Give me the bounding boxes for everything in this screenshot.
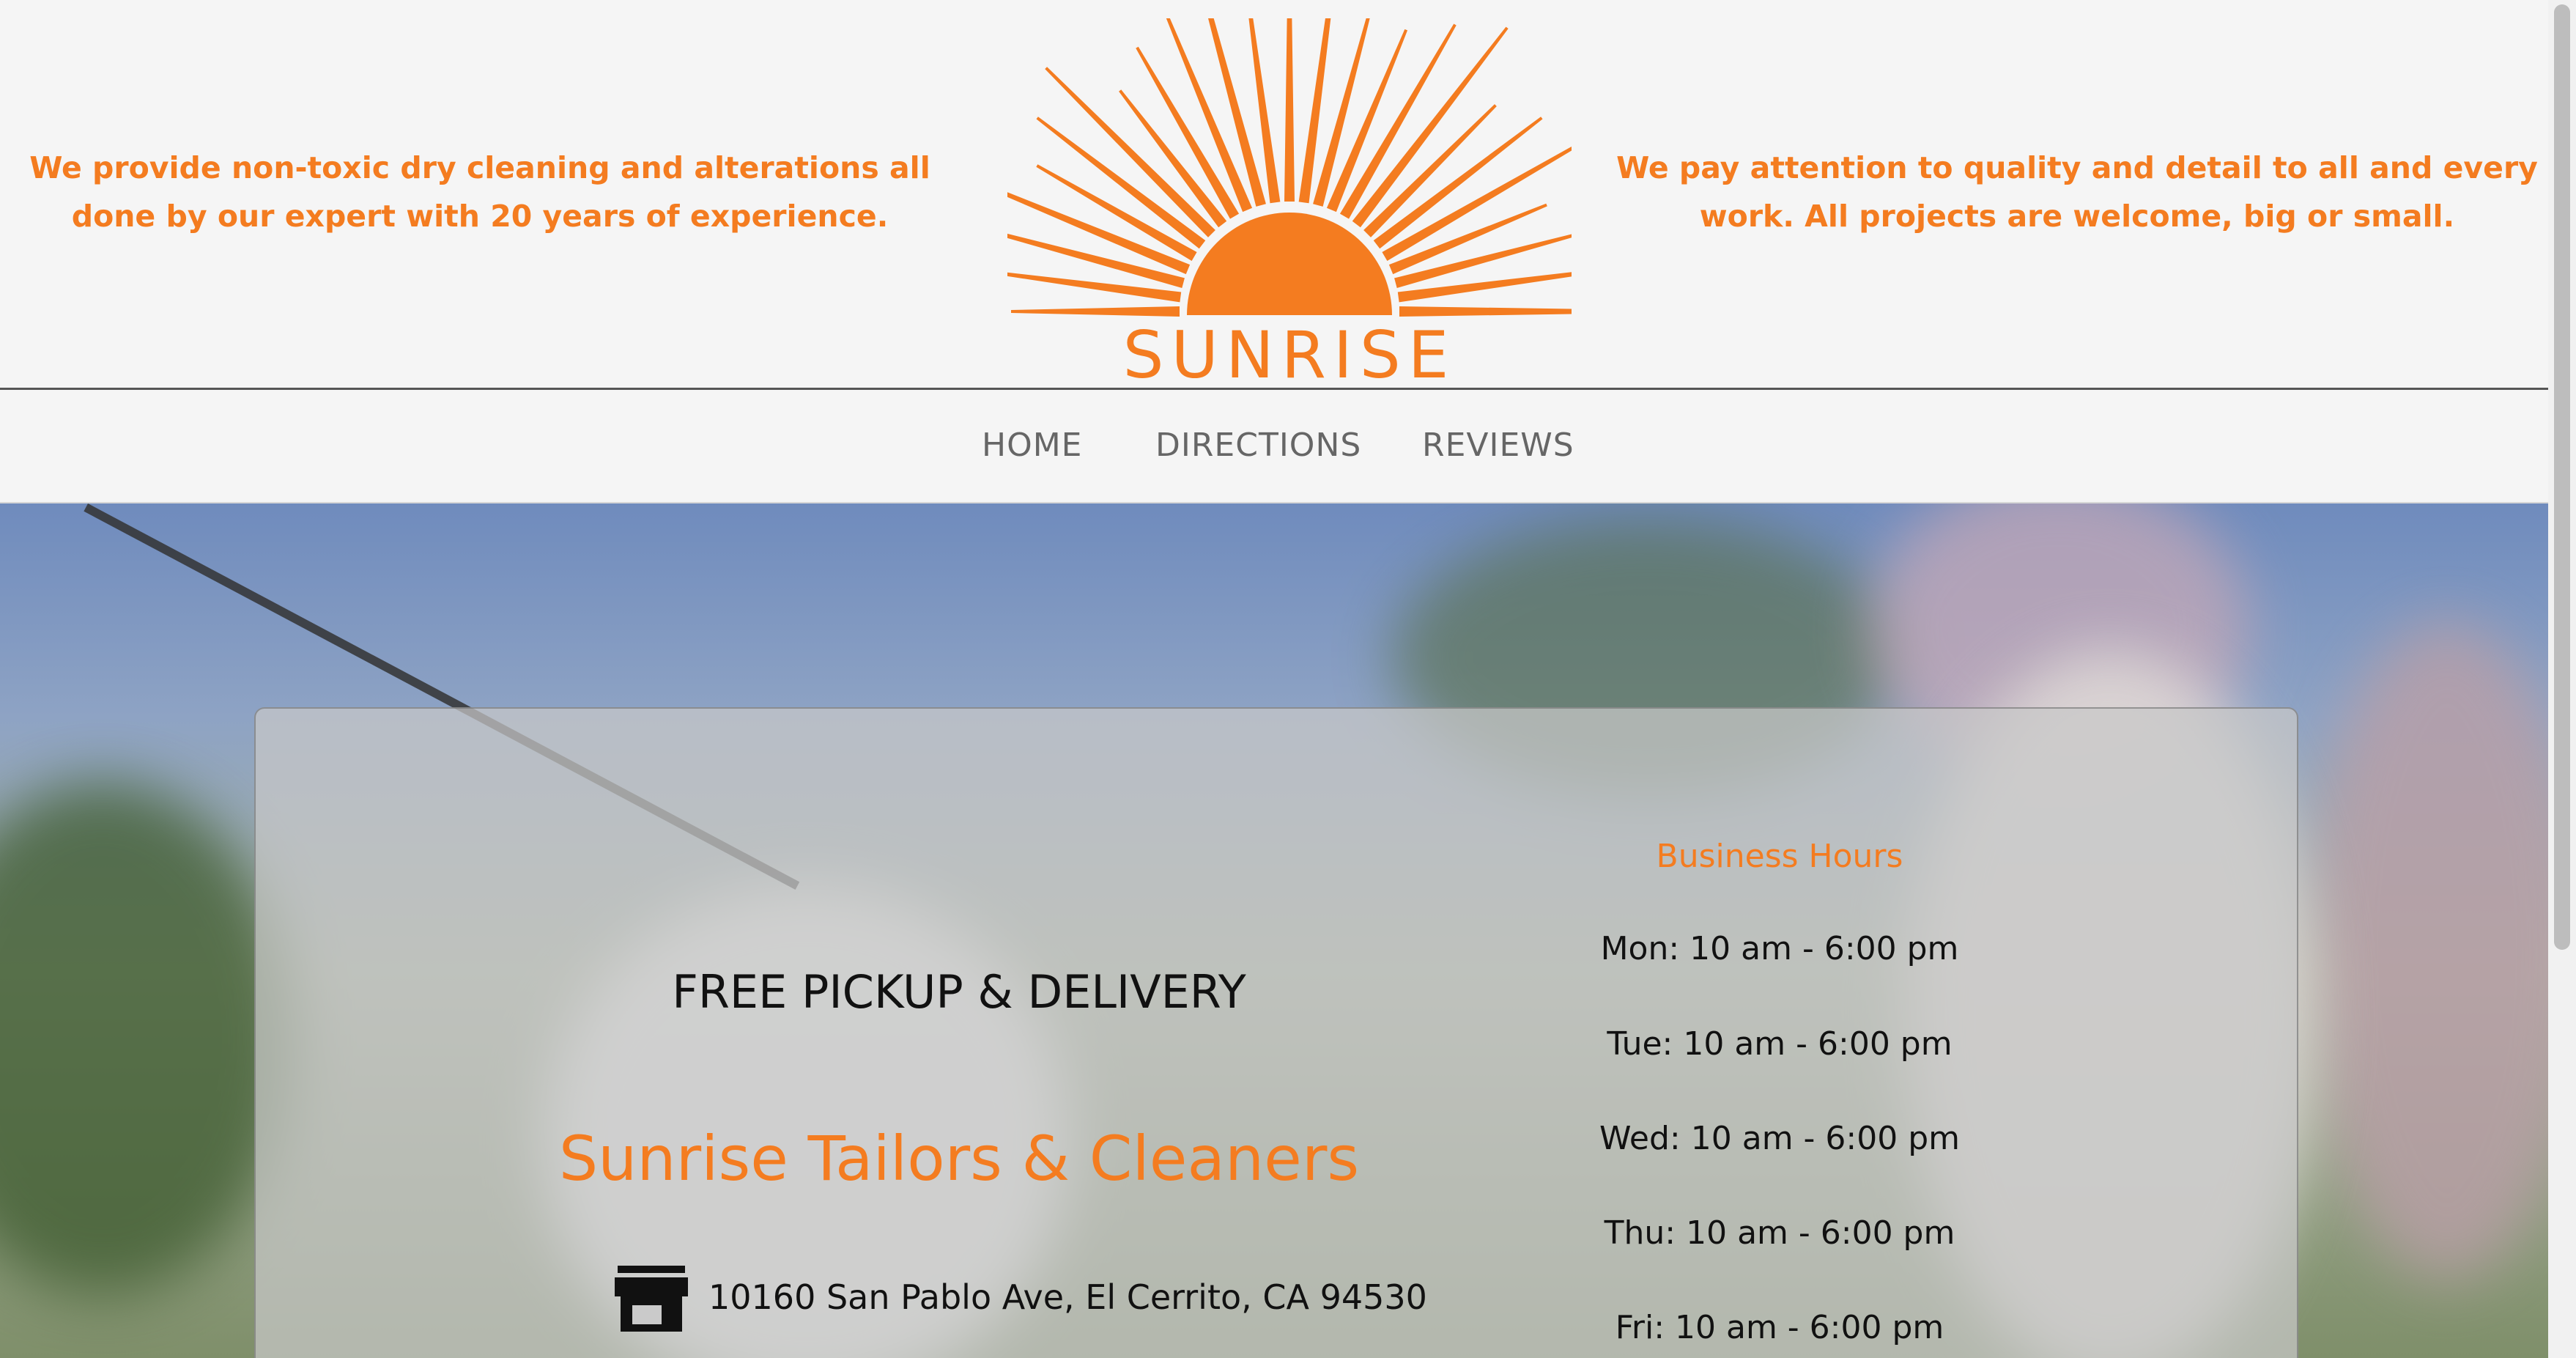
tagline-right: We pay attention to quality and detail t… <box>1616 150 2538 234</box>
site-header: We provide non-toxic dry cleaning and al… <box>0 0 2548 392</box>
hours-row-fri: Fri: 10 am - 6:00 pm <box>1560 1309 1999 1346</box>
nav-item-home[interactable]: HOME <box>982 427 1082 464</box>
address-text: 10160 San Pablo Ave, El Cerrito, CA 9453… <box>708 1277 1427 1317</box>
scrollbar-thumb[interactable] <box>2554 4 2570 950</box>
address-row[interactable]: 10160 San Pablo Ave, El Cerrito, CA 9453… <box>615 1266 1494 1332</box>
hours-day: Tue: <box>1607 1025 1673 1063</box>
hours-time: 10 am - 6:00 pm <box>1665 1309 1944 1346</box>
hours-day: Thu: <box>1604 1214 1676 1252</box>
hours-row-thu: Thu: 10 am - 6:00 pm <box>1560 1214 1999 1252</box>
store-icon <box>615 1266 688 1332</box>
sunrise-logo[interactable]: SUNRISE <box>958 0 1647 392</box>
main-nav: HOME DIRECTIONS REVIEWS <box>0 390 2548 503</box>
nav-item-directions[interactable]: DIRECTIONS <box>1155 427 1361 464</box>
sun-rays-icon <box>958 0 1647 317</box>
business-hours-heading: Business Hours <box>1656 838 1903 875</box>
hours-day: Mon: <box>1600 930 1680 967</box>
hero-section: FREE PICKUP & DELIVERY Sunrise Tailors &… <box>0 503 2548 1358</box>
hours-row-wed: Wed: 10 am - 6:00 pm <box>1560 1120 1999 1157</box>
hours-time: 10 am - 6:00 pm <box>1676 1214 1955 1252</box>
info-panel: FREE PICKUP & DELIVERY Sunrise Tailors &… <box>254 707 2298 1358</box>
hours-row-tue: Tue: 10 am - 6:00 pm <box>1560 1025 1999 1063</box>
business-name: Sunrise Tailors & Cleaners <box>558 1123 1360 1195</box>
hours-day: Wed: <box>1599 1120 1681 1157</box>
hours-day: Fri: <box>1615 1309 1665 1346</box>
tagline-left: We provide non-toxic dry cleaning and al… <box>29 150 930 234</box>
vertical-scrollbar[interactable] <box>2548 0 2576 1358</box>
hours-time: 10 am - 6:00 pm <box>1680 1120 1960 1157</box>
nav-item-reviews[interactable]: REVIEWS <box>1422 427 1574 464</box>
hours-time: 10 am - 6:00 pm <box>1673 1025 1953 1063</box>
logo-wordmark: SUNRISE <box>1122 317 1457 393</box>
hours-row-mon: Mon: 10 am - 6:00 pm <box>1560 930 1999 967</box>
hours-time: 10 am - 6:00 pm <box>1679 930 1959 967</box>
pickup-delivery-heading: FREE PICKUP & DELIVERY <box>672 965 1246 1019</box>
